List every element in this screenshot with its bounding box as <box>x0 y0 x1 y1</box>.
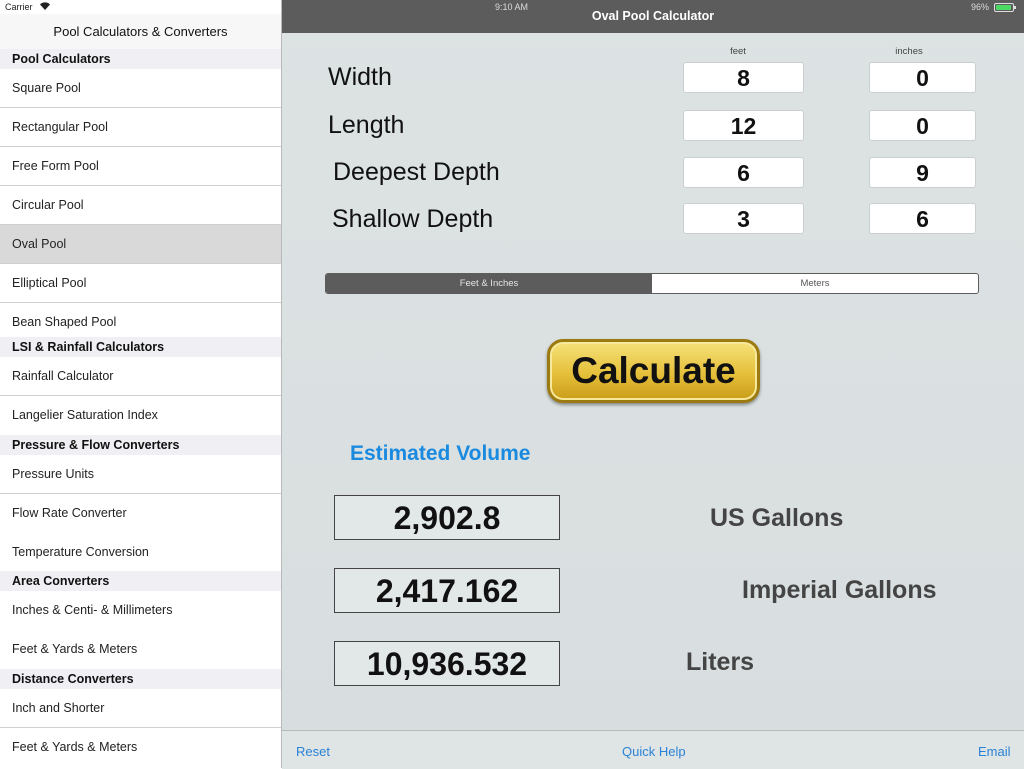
calculate-button[interactable]: Calculate <box>547 339 760 403</box>
sidebar-item-circular-pool[interactable]: Circular Pool <box>0 186 281 225</box>
status-bar: Carrier 9:10 AM 96% <box>0 0 1024 14</box>
length-feet-input[interactable]: 12 <box>683 110 804 141</box>
sidebar-item-pressure-units[interactable]: Pressure Units <box>0 455 281 494</box>
width-label: Width <box>328 63 392 91</box>
imperial-gallons-value: 2,417.162 <box>334 568 560 613</box>
segment-feet-inches[interactable]: Feet & Inches <box>326 274 652 293</box>
imperial-gallons-label: Imperial Gallons <box>742 576 937 604</box>
carrier-label: Carrier <box>5 2 33 12</box>
sidebar-item-rainfall-calculator[interactable]: Rainfall Calculator <box>0 357 281 396</box>
sidebar-item-elliptical-pool[interactable]: Elliptical Pool <box>0 264 281 303</box>
sidebar-item-area-feet-yards-meters[interactable]: Feet & Yards & Meters <box>0 630 281 669</box>
sidebar-item-oval-pool[interactable]: Oval Pool <box>0 225 281 264</box>
quick-help-button[interactable]: Quick Help <box>622 744 686 759</box>
sidebar-title: Pool Calculators & Converters <box>0 14 281 49</box>
shallow-depth-feet-input[interactable]: 3 <box>683 203 804 234</box>
length-label: Length <box>328 111 405 139</box>
section-header-pool-calculators: Pool Calculators <box>0 49 281 69</box>
section-header-pressure-flow: Pressure & Flow Converters <box>0 435 281 455</box>
shallow-depth-inches-input[interactable]: 6 <box>869 203 976 234</box>
sidebar-item-inches-centi-millimeters[interactable]: Inches & Centi- & Millimeters <box>0 591 281 630</box>
clock: 9:10 AM <box>495 2 529 12</box>
section-header-area-converters: Area Converters <box>0 571 281 591</box>
deepest-depth-inches-input[interactable]: 9 <box>869 157 976 188</box>
deepest-depth-feet-input[interactable]: 6 <box>683 157 804 188</box>
battery-percent: 96% <box>971 2 990 12</box>
sidebar-item-inch-and-shorter[interactable]: Inch and Shorter <box>0 689 281 728</box>
units-segmented-control: Feet & Inches Meters <box>325 273 979 294</box>
email-button[interactable]: Email <box>978 744 1011 759</box>
sidebar-item-rectangular-pool[interactable]: Rectangular Pool <box>0 108 281 147</box>
sidebar-item-flow-rate-converter[interactable]: Flow Rate Converter <box>0 494 281 533</box>
sidebar-item-temperature-conversion[interactable]: Temperature Conversion <box>0 533 281 571</box>
us-gallons-label: US Gallons <box>710 504 844 532</box>
sidebar-item-distance-feet-yards-meters[interactable]: Feet & Yards & Meters <box>0 728 281 767</box>
sidebar-item-langelier-saturation-index[interactable]: Langelier Saturation Index <box>0 396 281 435</box>
estimated-volume-heading: Estimated Volume <box>350 442 531 465</box>
sidebar-item-free-form-pool[interactable]: Free Form Pool <box>0 147 281 186</box>
feet-column-header: feet <box>730 46 746 57</box>
length-inches-input[interactable]: 0 <box>869 110 976 141</box>
battery-icon <box>994 3 1016 12</box>
section-header-lsi-rainfall: LSI & Rainfall Calculators <box>0 337 281 357</box>
sidebar-item-square-pool[interactable]: Square Pool <box>0 69 281 108</box>
wifi-icon <box>40 2 50 10</box>
deepest-depth-label: Deepest Depth <box>333 158 500 186</box>
segment-meters[interactable]: Meters <box>652 274 978 293</box>
sidebar-item-bean-shaped-pool[interactable]: Bean Shaped Pool <box>0 303 281 337</box>
inches-column-header: inches <box>895 46 923 57</box>
shallow-depth-label: Shallow Depth <box>332 205 494 233</box>
liters-label: Liters <box>686 648 755 676</box>
sidebar: Pool Calculators & Converters Pool Calcu… <box>0 0 282 768</box>
bottom-toolbar: Reset Quick Help Email <box>282 730 1024 769</box>
calculator-panel: Oval Pool Calculator feet inches Width 8… <box>282 0 1024 769</box>
width-inches-input[interactable]: 0 <box>869 62 976 93</box>
us-gallons-value: 2,902.8 <box>334 495 560 540</box>
section-header-distance-converters: Distance Converters <box>0 669 281 689</box>
reset-button[interactable]: Reset <box>296 744 330 759</box>
width-feet-input[interactable]: 8 <box>683 62 804 93</box>
liters-value: 10,936.532 <box>334 641 560 686</box>
